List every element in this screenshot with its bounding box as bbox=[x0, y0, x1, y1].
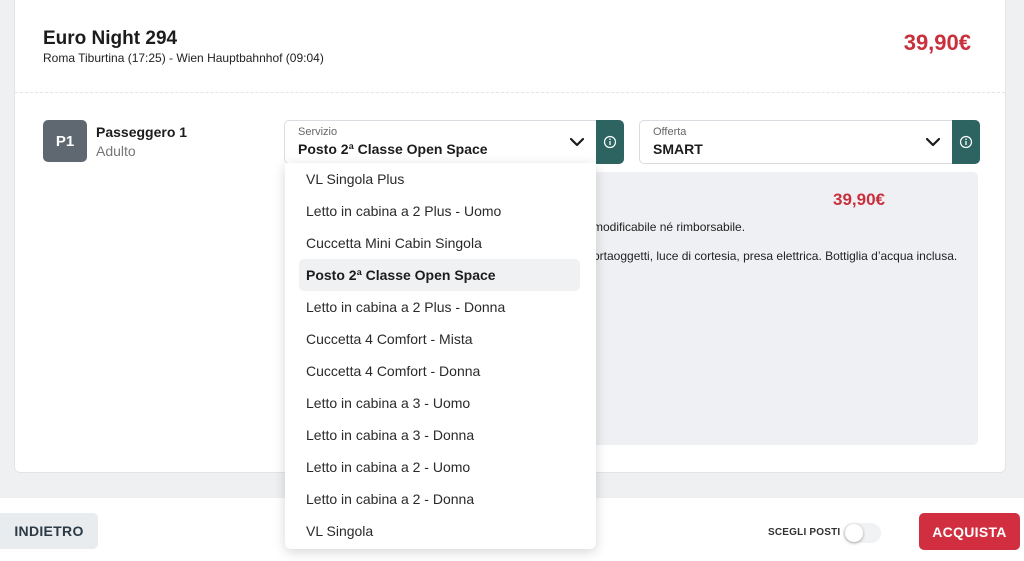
choose-seats-toggle[interactable] bbox=[843, 523, 881, 543]
buy-button[interactable]: ACQUISTA bbox=[919, 513, 1020, 550]
dropdown-option[interactable]: Cuccetta 4 Comfort - Donna bbox=[299, 355, 580, 387]
dropdown-option[interactable]: Letto in cabina a 2 - Donna bbox=[299, 483, 580, 515]
dropdown-option[interactable]: VL Singola bbox=[299, 515, 580, 547]
offer-select[interactable]: Offerta SMART bbox=[639, 120, 953, 164]
dropdown-option[interactable]: VL Singola Plus bbox=[299, 163, 580, 195]
dropdown-option[interactable]: Letto in cabina a 3 - Donna bbox=[299, 419, 580, 451]
dropdown-option[interactable]: Cuccetta 4 Comfort - Mista bbox=[299, 323, 580, 355]
toggle-knob bbox=[845, 524, 863, 542]
back-button[interactable]: INDIETRO bbox=[0, 513, 98, 549]
train-price: 39,90€ bbox=[903, 30, 971, 55]
info-icon bbox=[603, 135, 617, 149]
service-info-button[interactable] bbox=[596, 120, 624, 164]
offer-note: modificabile né rimborsabile. bbox=[593, 220, 746, 234]
offer-select-label: Offerta bbox=[653, 126, 687, 138]
service-select[interactable]: Servizio Posto 2ª Classe Open Space bbox=[284, 120, 597, 164]
choose-seats-label: SCEGLI POSTI bbox=[768, 527, 841, 538]
dropdown-option-selected[interactable]: Posto 2ª Classe Open Space bbox=[299, 259, 580, 291]
chevron-down-icon bbox=[925, 137, 941, 147]
chevron-down-icon bbox=[569, 137, 585, 147]
offer-info-button[interactable] bbox=[952, 120, 980, 164]
train-route: Roma Tiburtina (17:25) - Wien Hauptbahnh… bbox=[43, 51, 324, 65]
passenger-badge: P1 bbox=[43, 120, 87, 162]
offer-select-value: SMART bbox=[653, 141, 703, 157]
offer-price: 39,90€ bbox=[833, 190, 885, 209]
dropdown-option[interactable]: Letto in cabina a 3 - Uomo bbox=[299, 387, 580, 419]
passenger-type: Adulto bbox=[96, 143, 136, 159]
service-select-label: Servizio bbox=[298, 126, 338, 138]
offer-description: ortaoggetti, luce di cortesia, presa ele… bbox=[593, 249, 958, 263]
service-dropdown: VL Singola Plus Letto in cabina a 2 Plus… bbox=[285, 163, 596, 549]
dropdown-option[interactable]: Letto in cabina a 2 Plus - Donna bbox=[299, 291, 580, 323]
passenger-name: Passeggero 1 bbox=[96, 124, 188, 140]
service-select-value: Posto 2ª Classe Open Space bbox=[298, 141, 488, 157]
train-name: Euro Night 294 bbox=[43, 28, 178, 49]
dropdown-option[interactable]: Letto in cabina a 2 - Uomo bbox=[299, 451, 580, 483]
info-icon bbox=[959, 135, 973, 149]
divider bbox=[15, 92, 1005, 93]
dropdown-option[interactable]: Letto in cabina a 2 Plus - Uomo bbox=[299, 195, 580, 227]
dropdown-option[interactable]: Cuccetta Mini Cabin Singola bbox=[299, 227, 580, 259]
